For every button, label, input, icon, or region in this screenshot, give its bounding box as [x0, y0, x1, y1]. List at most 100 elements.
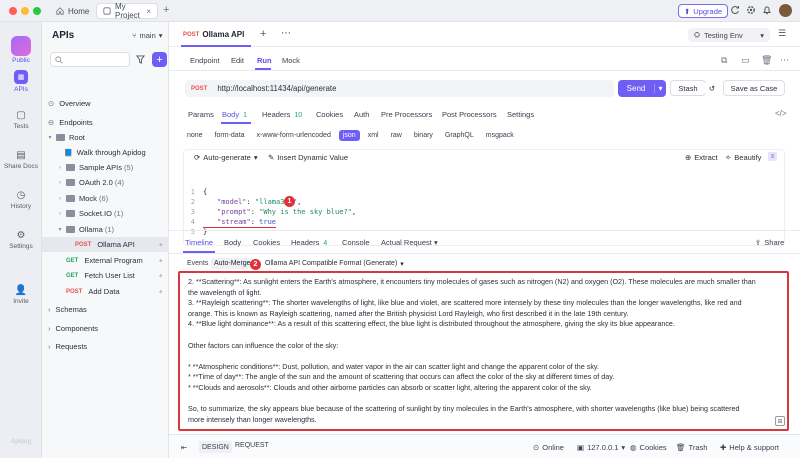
body-type-none[interactable]: none	[183, 130, 207, 141]
request-mode-button[interactable]: REQUEST	[235, 442, 269, 449]
sidebar-item-sample-apis[interactable]: › Sample APIs (5)	[42, 160, 169, 175]
search-box[interactable]	[50, 52, 132, 67]
save-as-case-button[interactable]: Save as Case	[723, 80, 785, 96]
editor-settings-icon[interactable]: ≡	[768, 152, 777, 161]
rail-item-tests[interactable]: ▢ Tests	[0, 110, 42, 130]
insert-dynamic-value-button[interactable]: ✎ Insert Dynamic Value	[268, 153, 348, 162]
new-request-tab-button[interactable]: +	[260, 28, 266, 40]
url-bar[interactable]: POST http://localhost:11434/api/generate	[185, 80, 614, 97]
auto-generate-button[interactable]: ⟳ Auto-generate ▾	[194, 153, 258, 162]
tab-response-cookies[interactable]: Cookies	[253, 238, 280, 247]
tab-settings[interactable]: Settings	[507, 110, 534, 119]
add-button[interactable]: +	[152, 52, 167, 67]
help-support-button[interactable]: ✚ Help & support	[720, 443, 779, 452]
rail-item-apis[interactable]: ▦ APIs	[0, 70, 42, 93]
maximize-window-button[interactable]	[33, 7, 41, 15]
body-type-urlencoded[interactable]: x-www-form-urlencoded	[253, 130, 335, 141]
document-icon[interactable]: ▭	[741, 55, 750, 66]
tab-response-headers[interactable]: Headers 4	[291, 238, 327, 247]
search-input[interactable]	[66, 56, 132, 63]
sidebar-item-walkthrough[interactable]: 📘 Walk through Apidog	[42, 145, 169, 160]
subtab-auto-merge[interactable]: Auto-Merge	[211, 258, 254, 269]
add-icon[interactable]: +	[159, 256, 163, 265]
environment-selector[interactable]: ⛭ Testing Env ▾	[688, 28, 770, 42]
tab-home[interactable]: Home	[50, 3, 95, 19]
reset-icon[interactable]: ↺	[705, 80, 719, 96]
send-button[interactable]: Send ▾	[618, 80, 666, 97]
sidebar-item-root[interactable]: ▾ Root	[42, 130, 169, 145]
close-window-button[interactable]	[9, 7, 17, 15]
tab-params[interactable]: Params	[188, 110, 214, 119]
tab-edit[interactable]: Edit	[231, 56, 244, 65]
subtab-events[interactable]: Events	[187, 260, 208, 267]
sync-icon[interactable]	[730, 5, 740, 15]
online-status[interactable]: ⊙ Online	[533, 443, 564, 452]
body-type-msgpack[interactable]: msgpack	[482, 130, 518, 141]
delete-icon[interactable]: 🗑	[761, 55, 772, 66]
method-select[interactable]: POST	[191, 86, 207, 92]
chevron-down-icon[interactable]: ▾	[654, 84, 666, 93]
sidebar-item-mock[interactable]: › Mock (6)	[42, 191, 169, 206]
tab-mock[interactable]: Mock	[282, 56, 300, 65]
user-avatar[interactable]	[779, 4, 792, 17]
body-type-json[interactable]: json	[338, 130, 360, 141]
agent-selector[interactable]: ▣ 127.0.0.1 ▾	[577, 443, 625, 452]
sidebar-item-overview[interactable]: ⊙ Overview	[42, 96, 169, 111]
rail-item-settings[interactable]: ⚙ Settings	[0, 230, 42, 250]
sidebar-item-oauth[interactable]: › OAuth 2.0 (4)	[42, 175, 169, 190]
sidebar-item-ollama-api[interactable]: POST Ollama API +	[42, 237, 169, 252]
tab-actual-request[interactable]: Actual Request ▾	[381, 238, 438, 247]
sidebar-item-components[interactable]: › Components	[42, 321, 169, 336]
code-snippet-icon[interactable]: ⧉	[721, 55, 727, 66]
code-view-icon[interactable]: </>	[775, 109, 787, 118]
response-format-selector[interactable]: Ollama API Compatible Format (Generate) …	[265, 260, 404, 268]
close-tab-icon[interactable]: ×	[146, 7, 151, 16]
sidebar-item-fetch-user-list[interactable]: GET Fetch User List +	[42, 268, 169, 283]
request-tab[interactable]: POST Ollama API	[183, 30, 244, 39]
tab-pre-processors[interactable]: Pre Processors	[381, 110, 432, 119]
gear-icon[interactable]	[746, 5, 756, 15]
tab-run[interactable]: Run	[257, 56, 272, 65]
tab-headers[interactable]: Headers 10	[262, 110, 302, 119]
add-icon[interactable]: +	[159, 240, 163, 249]
environment-menu-icon[interactable]: ☰	[778, 28, 786, 39]
sidebar-item-socketio[interactable]: › Socket.IO (1)	[42, 206, 169, 221]
sidebar-item-external-program[interactable]: GET External Program +	[42, 253, 169, 268]
tab-response-body[interactable]: Body	[224, 238, 241, 247]
branch-selector[interactable]: ⑂ main ▾	[132, 31, 163, 40]
tab-cookies[interactable]: Cookies	[316, 110, 343, 119]
rail-item-invite[interactable]: 👤 Invite	[0, 285, 42, 305]
collapse-sidebar-icon[interactable]: ⇤	[181, 443, 187, 452]
rail-item-history[interactable]: ◷ History	[0, 190, 42, 210]
sidebar-item-schemas[interactable]: › Schemas	[42, 302, 169, 317]
body-type-graphql[interactable]: GraphQL	[441, 130, 478, 141]
upgrade-button[interactable]: ⬆ Upgrade	[678, 4, 729, 18]
filter-icon[interactable]	[136, 55, 145, 64]
tab-auth[interactable]: Auth	[354, 110, 369, 119]
rail-item-share-docs[interactable]: ▤ Share Docs	[0, 150, 42, 170]
sidebar-item-add-data[interactable]: POST Add Data +	[42, 284, 169, 299]
cookies-button[interactable]: ◍ Cookies	[630, 443, 667, 452]
add-icon[interactable]: +	[159, 271, 163, 280]
splitter[interactable]	[169, 230, 800, 231]
minimize-window-button[interactable]	[21, 7, 29, 15]
add-icon[interactable]: +	[159, 287, 163, 296]
tab-my-project[interactable]: My Project ×	[96, 2, 158, 20]
body-type-binary[interactable]: binary	[410, 130, 437, 141]
url-input[interactable]: http://localhost:11434/api/generate	[217, 84, 336, 93]
workspace-logo[interactable]	[11, 36, 31, 56]
more-options-icon[interactable]: ⋯	[281, 28, 291, 39]
tab-timeline[interactable]: Timeline	[185, 238, 213, 247]
stash-button[interactable]: Stash	[670, 80, 706, 96]
sidebar-item-requests[interactable]: › Requests	[42, 339, 169, 354]
tab-console[interactable]: Console	[342, 238, 370, 247]
tab-body[interactable]: Body 1	[222, 110, 247, 119]
extract-button[interactable]: ⊕ Extract	[685, 153, 718, 162]
more-icon[interactable]: ⋯	[780, 55, 789, 66]
sidebar-item-ollama[interactable]: ▾ Ollama (1)	[42, 222, 169, 237]
body-type-form-data[interactable]: form-data	[211, 130, 249, 141]
body-type-raw[interactable]: raw	[387, 130, 406, 141]
new-tab-button[interactable]: +	[163, 4, 169, 16]
trash-button[interactable]: 🗑 Trash	[676, 443, 707, 452]
body-type-xml[interactable]: xml	[364, 130, 383, 141]
